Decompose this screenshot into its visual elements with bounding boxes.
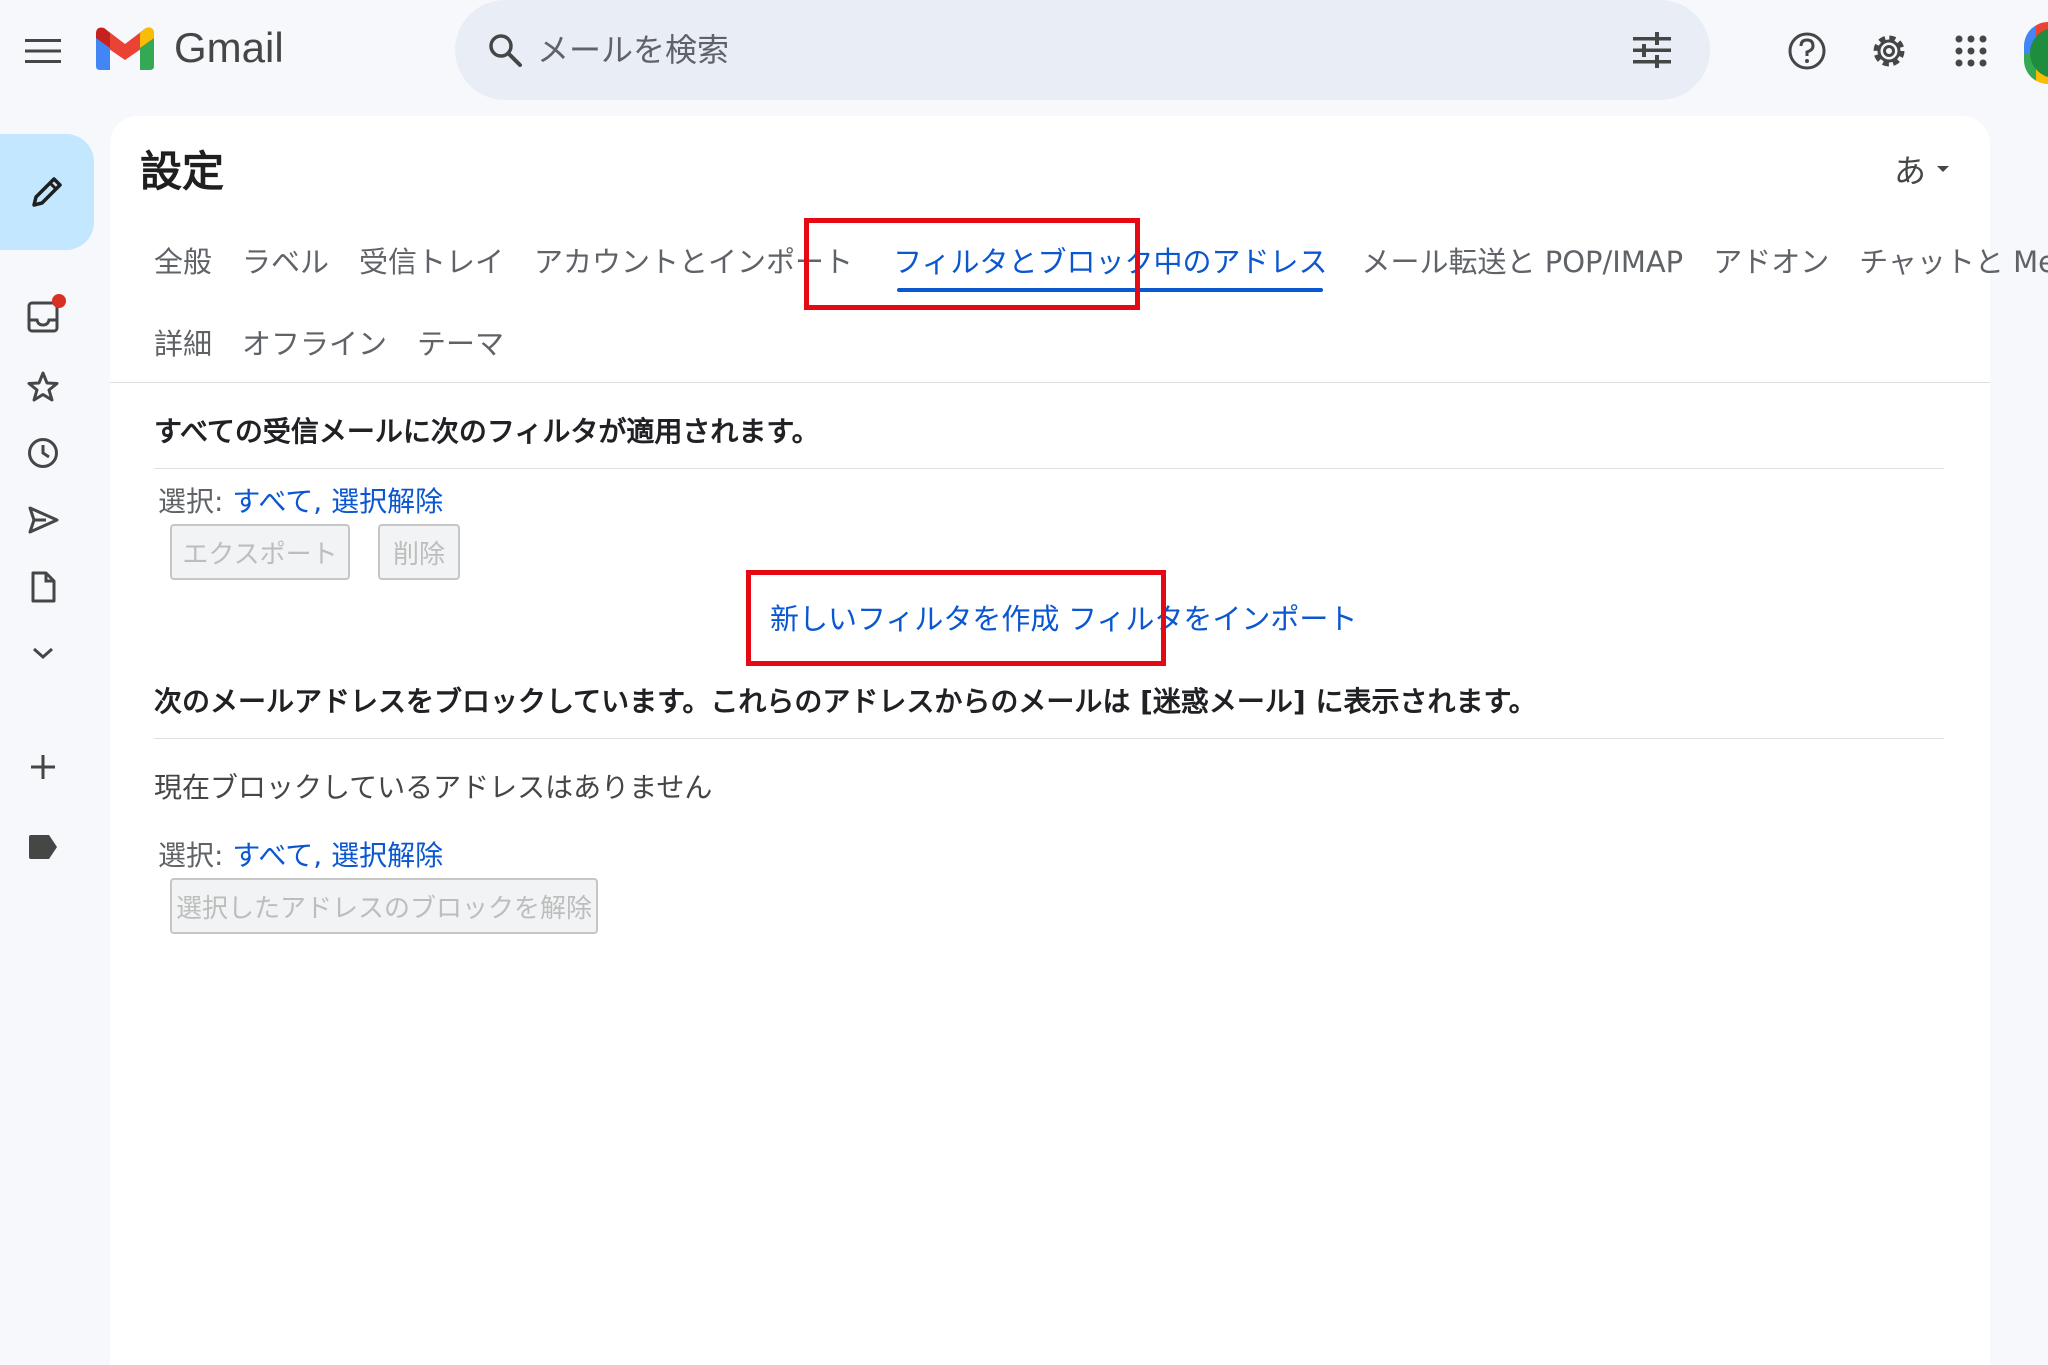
starred-nav[interactable] [18, 362, 68, 412]
select-label: 選択: [158, 485, 224, 518]
clock-icon [28, 438, 58, 468]
star-icon [27, 371, 59, 402]
gmail-m-icon [96, 27, 154, 70]
tab-advanced[interactable]: 詳細 [154, 312, 212, 372]
inbox-nav[interactable] [18, 292, 68, 342]
blocked-select-controls: 選択: すべて, 選択解除 [158, 834, 443, 874]
top-bar: Gmail [0, 0, 2048, 104]
tab-forwarding-pop-imap[interactable]: メール転送と POP/IMAP [1361, 230, 1683, 290]
tab-chat-meet[interactable]: チャットと Meet [1859, 230, 2048, 290]
caret-down-icon [1937, 166, 1949, 172]
search-bar [455, 0, 1710, 100]
select-label: 選択: [158, 839, 224, 872]
select-none-blocked-link[interactable]: 選択解除 [331, 839, 443, 872]
select-all-blocked-link[interactable]: すべて, [232, 839, 322, 872]
search-options-button[interactable] [1624, 22, 1680, 78]
pencil-icon [32, 177, 62, 207]
more-nav[interactable] [18, 628, 68, 678]
tab-addons[interactable]: アドオン [1713, 230, 1829, 290]
app-name: Gmail [174, 24, 284, 71]
settings-button[interactable] [1860, 22, 1918, 80]
label-nav[interactable] [18, 822, 68, 872]
tab-labels[interactable]: ラベル [242, 230, 329, 290]
compose-button[interactable] [0, 134, 94, 250]
settings-panel: 設定 あ 全般 ラベル 受信トレイ アカウントとインポート フィルタとブロック中… [110, 116, 2048, 1365]
language-indicator: あ [1893, 152, 1926, 190]
settings-tabs-row-2: 詳細 オフライン テーマ [154, 312, 534, 372]
help-button[interactable] [1778, 22, 1836, 80]
main-menu-button[interactable] [14, 22, 72, 80]
search-input[interactable] [537, 22, 1537, 78]
unblock-selected-button[interactable]: 選択したアドレスのブロックを解除 [170, 878, 598, 934]
tune-icon [1633, 32, 1671, 68]
snoozed-nav[interactable] [18, 428, 68, 478]
send-icon [28, 506, 59, 534]
delete-button[interactable]: 削除 [378, 524, 460, 580]
search-icon[interactable] [479, 24, 531, 76]
select-all-filters-link[interactable]: すべて, [232, 485, 322, 518]
tab-inbox[interactable]: 受信トレイ [359, 230, 504, 290]
filters-divider [154, 468, 1944, 469]
tab-general[interactable]: 全般 [154, 230, 212, 290]
sent-nav[interactable] [18, 495, 68, 545]
plus-icon [31, 755, 55, 779]
blocked-heading: 次のメールアドレスをブロックしています。これらのアドレスからのメールは [迷惑メ… [154, 685, 1537, 718]
apps-grid-icon [1955, 35, 1987, 67]
highlight-create-filter [746, 570, 1166, 666]
help-icon [1788, 32, 1826, 70]
filters-heading: すべての受信メールに次のフィルタが適用されます。 [154, 415, 820, 448]
hamburger-icon [25, 39, 61, 63]
chevron-down-icon [33, 647, 53, 660]
tabs-divider [110, 382, 1990, 383]
no-blocked-addresses-text: 現在ブロックしているアドレスはありません [154, 771, 713, 804]
input-tools-button[interactable]: あ [1894, 146, 1950, 192]
select-none-filters-link[interactable]: 選択解除 [331, 485, 443, 518]
drafts-nav[interactable] [18, 562, 68, 612]
highlight-active-tab [804, 218, 1140, 310]
draft-file-icon [31, 571, 56, 603]
unread-badge [52, 294, 66, 308]
gmail-logo[interactable]: Gmail [96, 24, 284, 72]
filters-select-controls: 選択: すべて, 選択解除 [158, 480, 443, 520]
blocked-divider [154, 738, 1944, 739]
page-title: 設定 [140, 147, 225, 196]
account-avatar[interactable] [2024, 22, 2048, 84]
export-button[interactable]: エクスポート [170, 524, 350, 580]
gear-icon [1873, 35, 1905, 67]
tab-offline[interactable]: オフライン [242, 312, 387, 372]
create-label-button[interactable] [18, 742, 68, 792]
label-icon [29, 835, 57, 859]
apps-button[interactable] [1942, 22, 2000, 80]
tab-themes[interactable]: テーマ [417, 312, 504, 372]
